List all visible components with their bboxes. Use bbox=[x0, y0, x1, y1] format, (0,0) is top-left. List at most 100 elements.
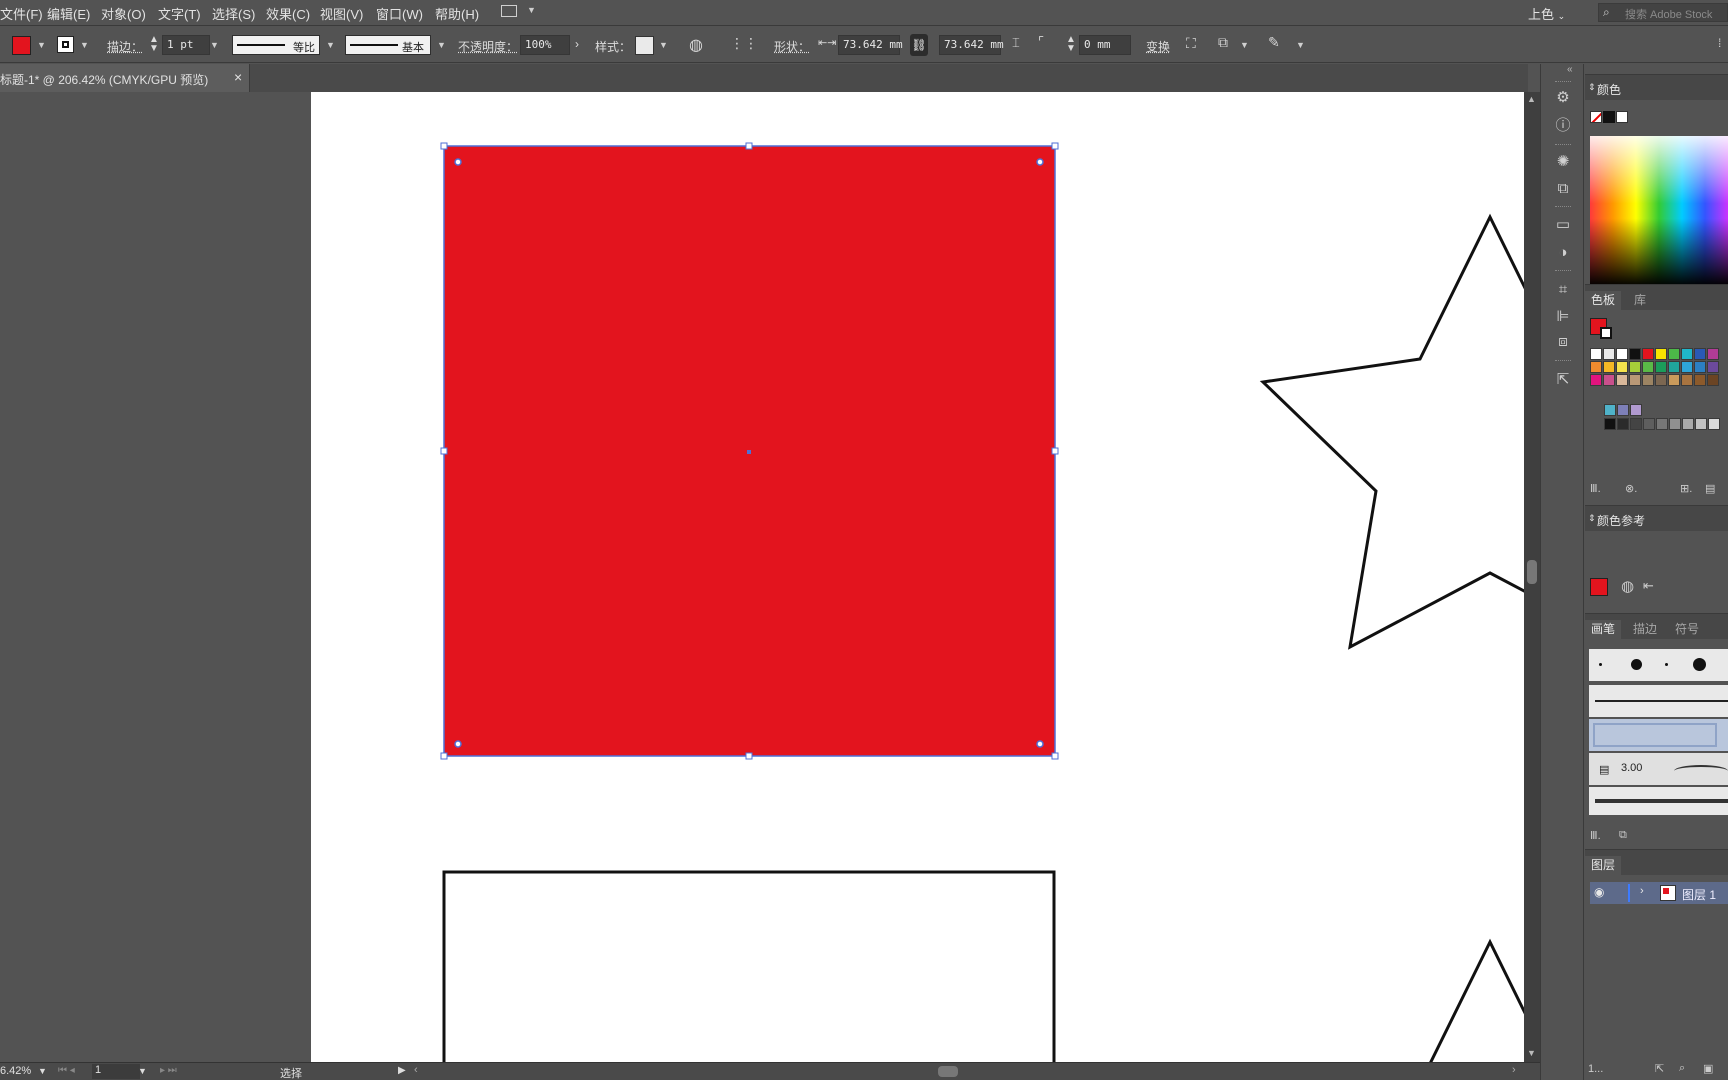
stepper-icon[interactable]: ▲ ▼ bbox=[1066, 35, 1076, 54]
star-shape[interactable] bbox=[1259, 213, 1524, 650]
color-swatch[interactable] bbox=[1617, 404, 1629, 416]
color-swatch[interactable] bbox=[1668, 374, 1680, 386]
brush-line-row[interactable] bbox=[1589, 685, 1728, 717]
chevron-down-icon[interactable]: ▼ bbox=[38, 1066, 47, 1076]
horizontal-scroll-thumb[interactable] bbox=[938, 1066, 958, 1077]
chevron-down-icon[interactable]: ▼ bbox=[326, 40, 335, 50]
fill-color-swatch[interactable] bbox=[12, 36, 31, 55]
scroll-right-icon[interactable]: › bbox=[1512, 1064, 1516, 1076]
color-swatch[interactable] bbox=[1642, 348, 1654, 360]
color-swatch[interactable] bbox=[1643, 418, 1655, 430]
color-swatch[interactable] bbox=[1694, 374, 1706, 386]
export-layer-icon[interactable]: ⇱ bbox=[1655, 1062, 1664, 1075]
layer-name[interactable]: 图层 1 bbox=[1682, 886, 1716, 903]
color-swatch[interactable] bbox=[1604, 404, 1616, 416]
appearance-icon[interactable]: ✺ bbox=[1553, 152, 1573, 172]
menu-select[interactable]: 选择(S) bbox=[212, 4, 255, 23]
color-spectrum[interactable] bbox=[1590, 136, 1728, 286]
scroll-thumb[interactable] bbox=[1527, 560, 1537, 584]
handle-middle-right[interactable] bbox=[1051, 447, 1059, 455]
color-swatch[interactable] bbox=[1590, 361, 1602, 373]
corner-widget-top-left[interactable] bbox=[454, 158, 462, 166]
corner-radius-input[interactable]: 0 mm bbox=[1079, 35, 1131, 55]
corner-widget-bottom-right[interactable] bbox=[1036, 740, 1044, 748]
chevron-down-icon[interactable]: ▼ bbox=[138, 1066, 147, 1076]
charcoal-brush-row[interactable] bbox=[1589, 787, 1728, 815]
color-swatch[interactable] bbox=[1707, 374, 1719, 386]
align-icon[interactable]: ⊫ bbox=[1553, 307, 1573, 327]
color-swatch[interactable] bbox=[1642, 361, 1654, 373]
chevron-right-icon[interactable]: › bbox=[1640, 885, 1644, 897]
transform-icon[interactable]: ⧉ bbox=[1553, 179, 1573, 199]
color-swatch[interactable] bbox=[1695, 418, 1707, 430]
recolor-artwork-icon[interactable]: ◍ bbox=[689, 35, 703, 55]
info-icon[interactable]: ⓘ bbox=[1553, 116, 1573, 136]
menu-file[interactable]: 文件(F) bbox=[0, 4, 43, 23]
handle-top-middle[interactable] bbox=[745, 142, 753, 150]
menu-object[interactable]: 对象(O) bbox=[101, 4, 146, 23]
make-clipping-mask-icon[interactable]: ▣ bbox=[1703, 1062, 1713, 1075]
first-page-icon[interactable]: ⏮ ◂ bbox=[58, 1065, 75, 1076]
color-swatch[interactable] bbox=[1617, 418, 1629, 430]
swatch-grid[interactable] bbox=[1590, 348, 1728, 430]
color-swatch[interactable] bbox=[1668, 348, 1680, 360]
arrange-documents-icon[interactable] bbox=[501, 5, 517, 17]
brush-dot-large[interactable] bbox=[1693, 658, 1706, 671]
workspace-switcher[interactable]: 上色 ⌄ bbox=[1528, 4, 1565, 23]
scroll-left-icon[interactable]: ‹ bbox=[414, 1064, 418, 1076]
corner-widget-bottom-left[interactable] bbox=[454, 740, 462, 748]
chevron-right-icon[interactable]: › bbox=[575, 37, 579, 51]
color-swatch[interactable] bbox=[1630, 418, 1642, 430]
graphic-style-swatch[interactable] bbox=[635, 36, 654, 55]
chevron-down-icon[interactable]: ▼ bbox=[527, 5, 536, 15]
brush-dot-small[interactable] bbox=[1599, 663, 1602, 666]
align-grid-icon[interactable]: ⋮⋮ bbox=[730, 35, 758, 52]
color-swatch[interactable] bbox=[1682, 418, 1694, 430]
color-swatch[interactable] bbox=[1630, 404, 1642, 416]
eye-icon[interactable]: ◉ bbox=[1594, 885, 1604, 899]
color-swatch[interactable] bbox=[1603, 348, 1615, 360]
chevron-down-icon[interactable]: ▼ bbox=[437, 40, 446, 50]
isolate-icon[interactable]: ⛶ bbox=[1186, 35, 1196, 52]
tab-brushes[interactable]: 画笔 bbox=[1585, 620, 1622, 640]
search-icon[interactable]: ⌕ bbox=[1679, 1062, 1685, 1075]
chevron-down-icon[interactable]: ▼ bbox=[659, 40, 668, 50]
corner-widget-top-right[interactable] bbox=[1036, 158, 1044, 166]
new-group-icon[interactable]: ⊞. bbox=[1680, 482, 1692, 495]
shape-width-input[interactable]: 73.642 mm bbox=[838, 35, 903, 55]
color-swatch[interactable] bbox=[1642, 374, 1654, 386]
color-swatch[interactable] bbox=[1694, 348, 1706, 360]
color-swatch[interactable] bbox=[1707, 361, 1719, 373]
canvas-area[interactable] bbox=[0, 92, 1524, 1062]
opacity-input[interactable]: 100% bbox=[520, 35, 570, 55]
color-swatch[interactable] bbox=[1655, 361, 1667, 373]
chevron-down-icon[interactable]: ▼ bbox=[210, 40, 219, 50]
grip-icon[interactable] bbox=[1555, 360, 1571, 363]
brush-dot-medium[interactable] bbox=[1631, 659, 1642, 670]
color-swatch[interactable] bbox=[1694, 361, 1706, 373]
edit-path-icon[interactable]: ✎ bbox=[1268, 34, 1280, 51]
handle-bottom-left[interactable] bbox=[440, 752, 448, 760]
page-number-input[interactable]: 1 bbox=[92, 1064, 140, 1079]
color-panel-title[interactable]: 颜色 bbox=[1597, 81, 1621, 98]
menu-view[interactable]: 视图(V) bbox=[320, 4, 363, 23]
none-swatch[interactable] bbox=[1590, 111, 1602, 123]
brush-library-menu-icon[interactable]: Ⅲ. bbox=[1590, 829, 1601, 842]
chevron-down-icon[interactable]: ▼ bbox=[37, 40, 46, 50]
color-swatch[interactable] bbox=[1590, 348, 1602, 360]
recolor-icon[interactable]: ◍ bbox=[1621, 577, 1634, 595]
brush-definition-select[interactable]: 基本 bbox=[345, 35, 431, 55]
show-kinds-icon[interactable]: ⊗. bbox=[1625, 482, 1637, 495]
layer-row[interactable]: ◉ › 图层 1 bbox=[1590, 882, 1728, 904]
chevron-down-icon[interactable]: ▼ bbox=[1240, 40, 1249, 50]
color-swatch[interactable] bbox=[1616, 348, 1628, 360]
stepper-icon[interactable]: ▲ ▼ bbox=[149, 35, 159, 54]
gradient-icon[interactable]: ▭ bbox=[1553, 215, 1573, 235]
transform-link[interactable]: 变换 bbox=[1146, 38, 1170, 55]
color-swatch[interactable] bbox=[1656, 418, 1668, 430]
chevron-down-icon[interactable]: ▼ bbox=[80, 40, 89, 50]
outlined-rectangle-shape[interactable] bbox=[442, 870, 1056, 1062]
brush-preset-row[interactable] bbox=[1589, 649, 1728, 681]
transparency-icon[interactable]: ◑ bbox=[1553, 243, 1573, 263]
color-swatch[interactable] bbox=[1655, 374, 1667, 386]
